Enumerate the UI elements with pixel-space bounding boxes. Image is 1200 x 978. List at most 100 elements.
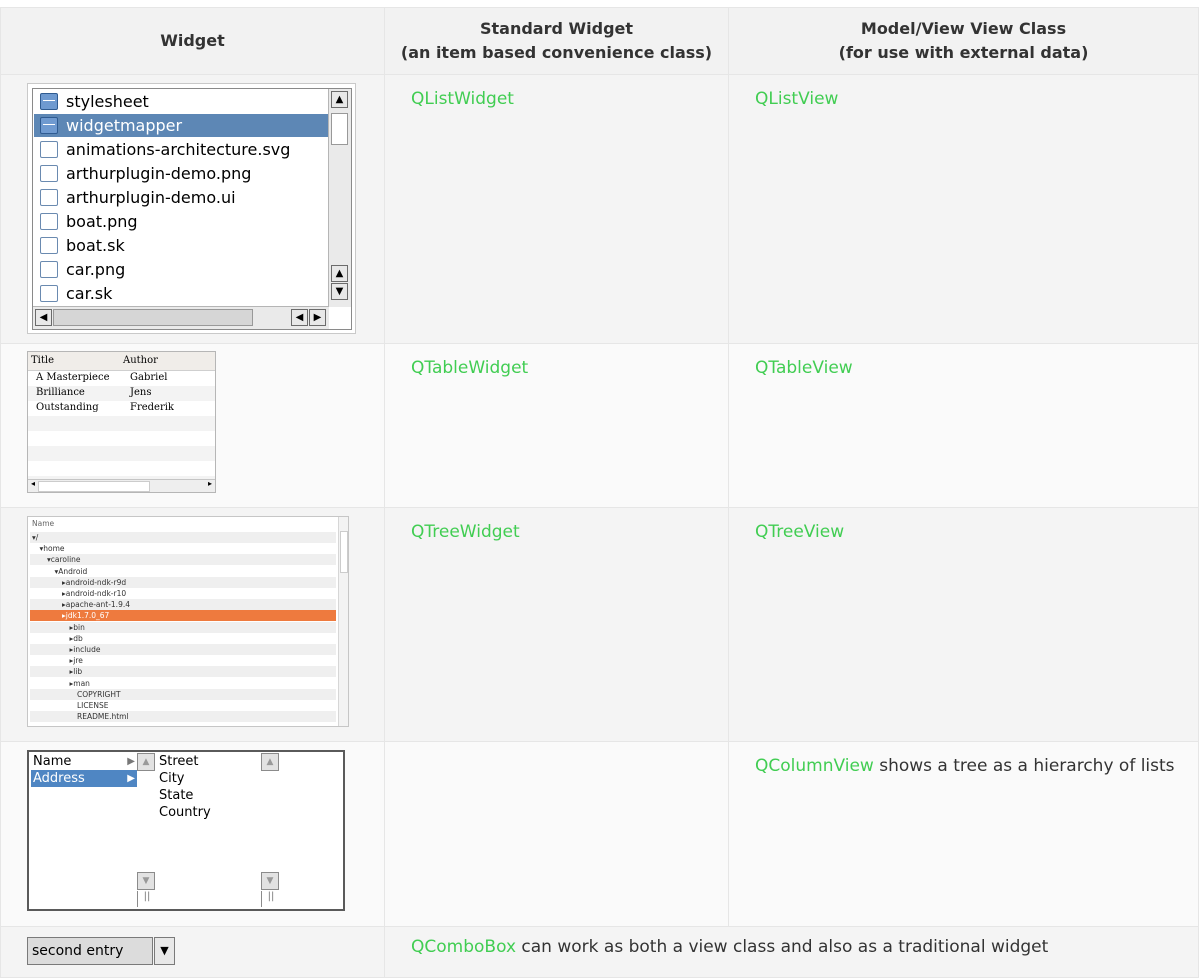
header-standard-line1: Standard Widget: [479, 19, 634, 38]
table-row[interactable]: A Masterpiece Gabriel: [28, 371, 215, 386]
table-row: second entry ▼ QComboBox can work as bot…: [1, 927, 1199, 978]
list-item-label: stylesheet: [66, 92, 149, 111]
horizontal-scrollbar[interactable]: ◀ ◀ ▶: [33, 306, 329, 329]
scroll-up-icon[interactable]: ▲: [331, 91, 348, 108]
combo-box-value[interactable]: second entry: [27, 937, 153, 965]
list-widget-frame: car.sk car.png boat.sk boat.png arthurplugin…: [32, 88, 352, 330]
qlistwidget-link[interactable]: QListWidget: [411, 87, 514, 111]
tree-item[interactable]: ▸jdk1.7.0_67: [30, 610, 336, 622]
scroll-grip-icon[interactable]: ||: [261, 891, 280, 907]
file-icon: [40, 165, 58, 182]
table-row: Name ▶ Address ▶ ▲ ▼ || Street City Stat…: [1, 742, 1199, 927]
scroll-left-icon[interactable]: ◀: [35, 309, 52, 326]
column-item-selected[interactable]: Address ▶: [31, 770, 137, 787]
table-header-row: Widget Standard Widget (an item based con…: [1, 8, 1199, 75]
scroll-thumb[interactable]: [331, 113, 348, 145]
tree-item[interactable]: ▸android-ndk-r9d: [30, 576, 336, 588]
vertical-scrollbar[interactable]: [338, 517, 348, 726]
file-icon: [40, 213, 58, 230]
table-row[interactable]: [28, 416, 215, 431]
tree-item[interactable]: ▸include: [30, 644, 336, 655]
table-row[interactable]: Outstanding Frederik: [28, 401, 215, 416]
list-item[interactable]: stylesheet: [34, 90, 329, 113]
chevron-down-icon[interactable]: ▼: [154, 937, 175, 965]
list-item[interactable]: arthurplugin-demo.ui: [34, 186, 329, 209]
scroll-right-icon[interactable]: ▸: [208, 479, 212, 488]
table-row[interactable]: Brilliance Jens: [28, 386, 215, 401]
column-view-cell: Name ▶ Address ▶ ▲ ▼ || Street City Stat…: [1, 742, 385, 926]
scroll-down-icon[interactable]: ▼: [261, 872, 279, 890]
list-item[interactable]: car.png: [34, 258, 329, 281]
table-row[interactable]: [28, 461, 215, 476]
qcombobox-link[interactable]: QComboBox: [411, 937, 516, 957]
tree-item[interactable]: README.html: [30, 711, 336, 723]
scroll-left-icon[interactable]: ◀: [291, 309, 308, 326]
combo-box-screenshot[interactable]: second entry ▼: [27, 937, 175, 965]
column-header-author: Author: [123, 355, 158, 366]
header-standard-widget: Standard Widget (an item based convenienc…: [385, 8, 729, 74]
scroll-down-icon[interactable]: ▼: [331, 283, 348, 300]
horizontal-thumb[interactable]: [38, 481, 150, 492]
table-row[interactable]: [28, 431, 215, 446]
tree-item[interactable]: ▸db: [30, 633, 336, 644]
table-row[interactable]: [28, 446, 215, 461]
qtreewidget-link[interactable]: QTreeWidget: [411, 520, 520, 544]
scroll-up-icon[interactable]: ▲: [261, 753, 279, 771]
view-class-cell: QTreeView: [729, 508, 1199, 741]
list-item[interactable]: car.sk: [34, 282, 329, 305]
tree-item[interactable]: COPYRIGHT: [30, 688, 336, 700]
list-item[interactable]: boat.png: [34, 210, 329, 233]
vertical-scrollbar[interactable]: ▲ ▲ ▼: [328, 89, 351, 307]
column-item[interactable]: Name ▶: [31, 753, 137, 770]
header-standard-line2: (an item based convenience class): [400, 43, 713, 62]
qcombobox-text: can work as both a view class and also a…: [516, 937, 1049, 957]
list-item[interactable]: boat.sk: [34, 234, 329, 257]
qtablewidget-link[interactable]: QTableWidget: [411, 356, 528, 380]
scroll-right-icon[interactable]: ▶: [309, 309, 326, 326]
list-item[interactable]: arthurplugin-demo.png: [34, 162, 329, 185]
scroll-up-icon[interactable]: ▲: [137, 753, 155, 771]
table-row: car.sk car.png boat.sk boat.png arthurplugin…: [1, 75, 1199, 344]
scroll-left-icon[interactable]: ◂: [31, 479, 35, 488]
header-view-line2: (for use with external data): [838, 43, 1089, 62]
tree-item[interactable]: LICENSE: [30, 700, 336, 711]
scroll-up-icon[interactable]: ▲: [331, 265, 348, 282]
tree-item[interactable]: ▸man: [30, 678, 336, 689]
qtableview-link[interactable]: QTableView: [755, 356, 853, 380]
tree-item[interactable]: ▸bin: [30, 621, 336, 633]
tree-item[interactable]: ▾home: [30, 543, 336, 554]
qcolumnview-link[interactable]: QColumnView: [755, 756, 874, 776]
file-icon: [40, 141, 58, 158]
scroll-grip-icon[interactable]: ||: [137, 891, 156, 907]
list-item[interactable]: widgetmapper: [34, 114, 329, 137]
qtreeview-link[interactable]: QTreeView: [755, 520, 844, 544]
table-cell: Jens: [130, 387, 152, 398]
file-icon: [40, 237, 58, 254]
column-item[interactable]: State: [159, 787, 193, 804]
qlistview-link[interactable]: QListView: [755, 87, 838, 111]
table-widget-cell: Title Author A Masterpiece Gabriel Brillia…: [1, 344, 385, 507]
tree-item[interactable]: ▾/: [30, 532, 336, 543]
widget-comparison-table: Widget Standard Widget (an item based con…: [0, 7, 1199, 978]
list-item[interactable]: animations-architecture.svg: [34, 138, 329, 161]
tree-item[interactable]: ▸apache-ant-1.9.4: [30, 599, 336, 611]
horizontal-scrollbar[interactable]: ◂ ▸: [28, 479, 215, 492]
column-item-label: Address: [33, 771, 85, 786]
scroll-down-icon[interactable]: ▼: [137, 872, 155, 890]
tree-item[interactable]: ▾Android: [30, 566, 336, 577]
table-cell: Frederik: [130, 402, 174, 413]
column-header-title: Title: [31, 355, 55, 366]
tree-item[interactable]: ▸android-ndk-r10: [30, 588, 336, 599]
tree-item[interactable]: ▸jre: [30, 655, 336, 666]
tree-item[interactable]: ▸lib: [30, 666, 336, 678]
qcolumnview-text: shows a tree as a hierarchy of lists: [873, 756, 1175, 776]
standard-widget-cell: QTreeWidget: [385, 508, 729, 741]
column-item[interactable]: Country: [159, 804, 211, 821]
tree-item[interactable]: ▾caroline: [30, 554, 336, 566]
file-icon: [40, 189, 58, 206]
scroll-thumb[interactable]: [340, 531, 348, 573]
header-view-class: Model/View View Class (for use with exter…: [729, 8, 1199, 74]
column-item[interactable]: City: [159, 770, 184, 787]
column-item[interactable]: Street: [159, 753, 199, 770]
horizontal-thumb[interactable]: [53, 309, 253, 326]
